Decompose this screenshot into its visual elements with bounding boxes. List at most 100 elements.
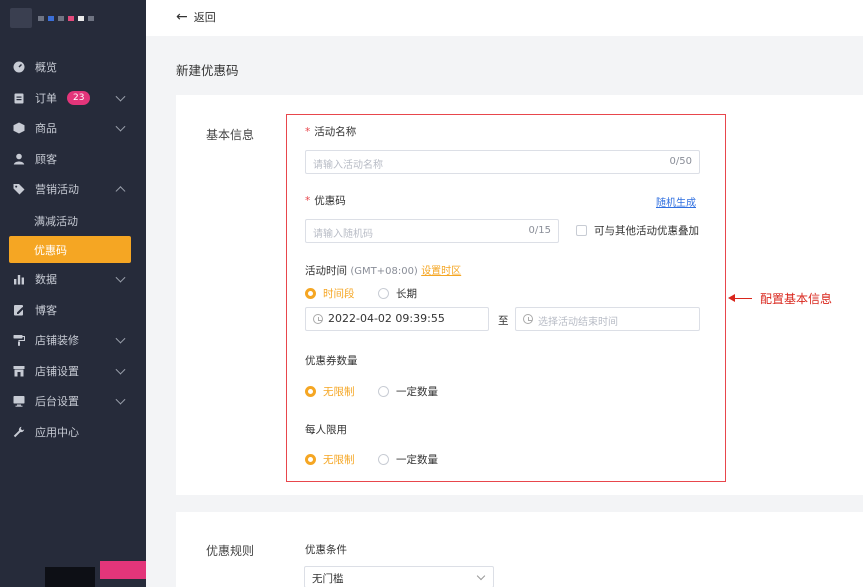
start-time-value: 2022-04-02 09:39:55	[328, 312, 445, 325]
to-label: 至	[498, 315, 509, 327]
start-time-input[interactable]: 2022-04-02 09:39:55	[305, 307, 489, 331]
activity-time-label: 活动时间 (GMT+08:00) 设置时区	[305, 265, 462, 277]
annotation-text: 配置基本信息	[760, 292, 833, 306]
sidebar-item-data[interactable]: 数据	[0, 264, 146, 295]
count-fixed-label[interactable]: 一定数量	[396, 384, 438, 399]
peruser-unlimited-radio[interactable]	[305, 454, 316, 465]
chevron-down-icon	[476, 571, 486, 581]
long-term-label[interactable]: 长期	[396, 286, 417, 301]
activity-name-input[interactable]: 请输入活动名称 0/50	[305, 150, 700, 174]
chevron-up-icon	[115, 186, 126, 197]
sidebar-item-products[interactable]: 商品	[0, 113, 146, 144]
activity-name-counter: 0/50	[669, 156, 692, 167]
paint-roller-icon	[13, 334, 25, 347]
sidebar-item-label: 概览	[35, 61, 57, 75]
annotation-callout: 配置基本信息	[728, 290, 833, 307]
sidebar-item-orders[interactable]: 订单 23	[0, 83, 146, 114]
sidebar-item-app-center[interactable]: 应用中心	[0, 417, 146, 448]
set-timezone-link[interactable]: 设置时区	[421, 266, 461, 277]
sidebar-item-customers[interactable]: 顾客	[0, 144, 146, 175]
clock-icon	[313, 314, 323, 324]
sidebar-item-admin-settings[interactable]: 后台设置	[0, 386, 146, 417]
back-button[interactable]: ← 返回	[176, 9, 216, 25]
count-unlimited-label[interactable]: 无限制	[323, 384, 355, 399]
activity-name-label: * 活动名称	[305, 126, 357, 138]
user-icon	[13, 153, 25, 165]
sidebar-item-blog[interactable]: 博客	[0, 295, 146, 326]
sidebar-item-store-settings[interactable]: 店铺设置	[0, 356, 146, 387]
count-fixed-radio[interactable]	[378, 386, 389, 397]
tag-icon	[13, 183, 25, 195]
arrow-left-icon	[728, 294, 752, 301]
wrench-icon	[13, 426, 25, 438]
sidebar-item-label: 订单	[35, 91, 57, 105]
sidebar-subitem-coupon-code[interactable]: 优惠码	[9, 236, 131, 263]
sidebar-item-label: 顾客	[35, 152, 57, 166]
activity-name-placeholder: 请输入活动名称	[313, 160, 383, 171]
stack-discount-label[interactable]: 可与其他活动优惠叠加	[594, 223, 699, 238]
store-icon	[13, 365, 25, 377]
logo[interactable]	[10, 8, 110, 28]
peruser-unlimited-label[interactable]: 无限制	[323, 452, 355, 467]
rules-card: 优惠规则 优惠条件 无门槛	[176, 512, 863, 587]
sidebar-item-label: 后台设置	[35, 395, 79, 409]
box-icon	[13, 122, 25, 134]
sidebar-item-label: 数据	[35, 273, 57, 287]
condition-value: 无门槛	[312, 573, 344, 585]
end-time-input[interactable]: 选择活动结束时间	[515, 307, 700, 331]
clock-icon	[523, 314, 533, 324]
chevron-down-icon	[115, 333, 126, 344]
long-term-radio[interactable]	[378, 288, 389, 299]
brand-badge	[100, 561, 146, 579]
peruser-fixed-label[interactable]: 一定数量	[396, 452, 438, 467]
section-label-rules: 优惠规则	[206, 544, 255, 558]
arrow-left-icon: ←	[176, 9, 188, 25]
edit-icon	[13, 304, 25, 316]
monitor-icon	[13, 395, 25, 407]
marketing-submenu: 满减活动 优惠码	[0, 205, 146, 265]
chevron-down-icon	[115, 364, 126, 375]
bar-chart-icon	[13, 273, 25, 285]
sidebar-item-label: 营销活动	[35, 183, 79, 197]
sidebar-item-label: 应用中心	[35, 425, 79, 439]
random-generate-link[interactable]: 随机生成	[656, 194, 696, 209]
sidebar: 概览 订单 23 商品 顾客 营销活动 满减活动 优惠码 数据 博客 店铺装修 …	[0, 0, 146, 587]
peruser-fixed-radio[interactable]	[378, 454, 389, 465]
coupon-code-input[interactable]: 请输入随机码 0/15	[305, 219, 559, 243]
chevron-down-icon	[115, 91, 126, 102]
dashboard-icon	[13, 61, 25, 73]
page-title: 新建优惠码	[176, 63, 239, 78]
top-bar: ← 返回	[146, 0, 863, 36]
time-period-radio[interactable]	[305, 288, 316, 299]
order-count-badge: 23	[67, 90, 91, 105]
sidebar-subitem-full-reduction[interactable]: 满减活动	[0, 206, 146, 237]
coupon-code-placeholder: 请输入随机码	[313, 229, 373, 240]
sidebar-item-label: 博客	[35, 303, 57, 317]
condition-select[interactable]: 无门槛	[304, 566, 494, 587]
stack-discount-checkbox[interactable]	[576, 225, 587, 236]
sidebar-item-label: 商品	[35, 122, 57, 136]
chevron-down-icon	[115, 394, 126, 405]
end-time-placeholder: 选择活动结束时间	[538, 317, 618, 328]
section-label-basic: 基本信息	[206, 128, 255, 142]
chevron-down-icon	[115, 272, 126, 283]
condition-label: 优惠条件	[305, 544, 347, 556]
back-label: 返回	[193, 11, 216, 24]
main-content: ← 返回 新建优惠码 基本信息 优惠规则 优惠条件 无门槛 * 活动名称 请输入活…	[146, 0, 863, 587]
count-unlimited-radio[interactable]	[305, 386, 316, 397]
time-period-label[interactable]: 时间段	[323, 286, 355, 301]
clipboard-icon	[13, 92, 25, 104]
sidebar-item-overview[interactable]: 概览	[0, 52, 146, 83]
user-avatar[interactable]	[45, 567, 95, 587]
timezone-text: (GMT+08:00)	[350, 266, 418, 277]
sidebar-footer	[0, 553, 146, 587]
coupon-code-label: * 优惠码	[305, 195, 346, 207]
per-user-label: 每人限用	[305, 424, 347, 436]
chevron-down-icon	[115, 121, 126, 132]
coupon-count-label: 优惠券数量	[305, 355, 358, 367]
sidebar-item-marketing[interactable]: 营销活动	[0, 174, 146, 205]
sidebar-item-store-decoration[interactable]: 店铺装修	[0, 325, 146, 356]
sidebar-nav: 概览 订单 23 商品 顾客 营销活动 满减活动 优惠码 数据 博客 店铺装修 …	[0, 52, 146, 447]
sidebar-item-label: 店铺装修	[35, 334, 79, 348]
coupon-code-counter: 0/15	[528, 225, 551, 236]
